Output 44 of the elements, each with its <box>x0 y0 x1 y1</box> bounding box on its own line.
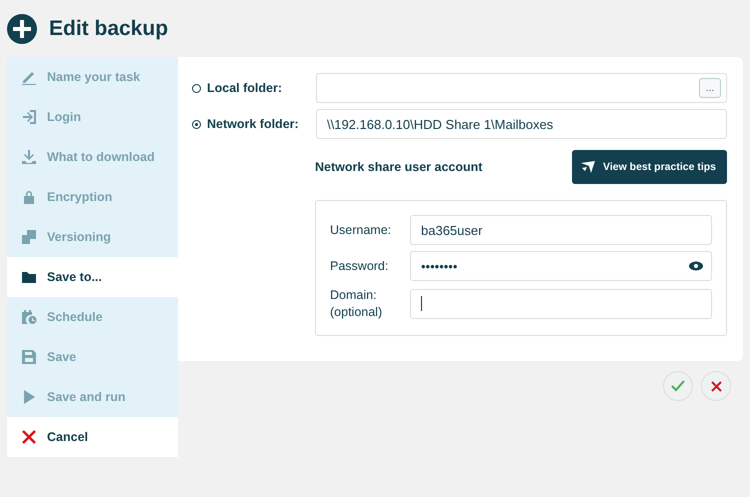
radio-label: Local folder: <box>207 81 284 95</box>
pencil-icon <box>21 69 37 85</box>
field-label: Username: <box>330 222 392 238</box>
folder-icon <box>21 269 37 285</box>
radio-label: Network folder: <box>207 117 300 131</box>
sidebar-item-label: Save and run <box>47 390 126 404</box>
tips-button[interactable]: View best practice tips <box>572 150 727 184</box>
paper-plane-icon <box>580 160 596 174</box>
sidebar-item-label: Name your task <box>47 70 140 84</box>
login-icon <box>21 109 37 125</box>
sidebar-item-label: Cancel <box>47 430 88 444</box>
sidebar-item-label: Schedule <box>47 310 103 324</box>
cancel-button[interactable] <box>701 371 731 401</box>
calendar-clock-icon <box>21 309 37 325</box>
text-field[interactable]: ba365user <box>410 215 712 245</box>
sidebar-item[interactable]: Cancel <box>7 417 178 457</box>
sidebar-item-label: Save <box>47 350 76 364</box>
download-icon <box>21 149 37 165</box>
folder-field[interactable]: \\192.168.0.10\HDD Share 1\Mailboxes <box>316 109 727 139</box>
play-icon <box>21 389 37 405</box>
sidebar-item-label: Login <box>47 110 82 124</box>
plus-circle-icon <box>7 14 37 44</box>
text-field[interactable] <box>410 288 712 319</box>
browse-button[interactable]: ... <box>699 78 721 98</box>
eye-icon[interactable] <box>689 261 703 271</box>
field-label: Domain: (optional) <box>330 287 384 321</box>
radio-button[interactable] <box>192 84 201 92</box>
page-title: Edit backup <box>49 16 168 40</box>
close-icon <box>710 380 722 392</box>
password-field[interactable]: •••••••• <box>410 251 712 281</box>
radio-button[interactable] <box>192 120 201 128</box>
save-icon <box>21 349 37 365</box>
check-icon <box>671 380 685 392</box>
stacked-squares-icon <box>21 229 37 245</box>
sidebar-item-label: What to download <box>47 150 155 164</box>
sidebar-item[interactable]: Save to... <box>7 257 178 297</box>
field-label: Password: <box>330 258 390 274</box>
sidebar-item-label: Versioning <box>47 230 111 244</box>
sidebar-item-label: Encryption <box>47 190 112 204</box>
section-title: Network share user account <box>315 160 482 174</box>
close-icon <box>21 429 37 445</box>
folder-field[interactable]: ... <box>316 73 727 103</box>
lock-icon <box>21 189 37 205</box>
sidebar-item-label: Save to... <box>47 270 102 284</box>
